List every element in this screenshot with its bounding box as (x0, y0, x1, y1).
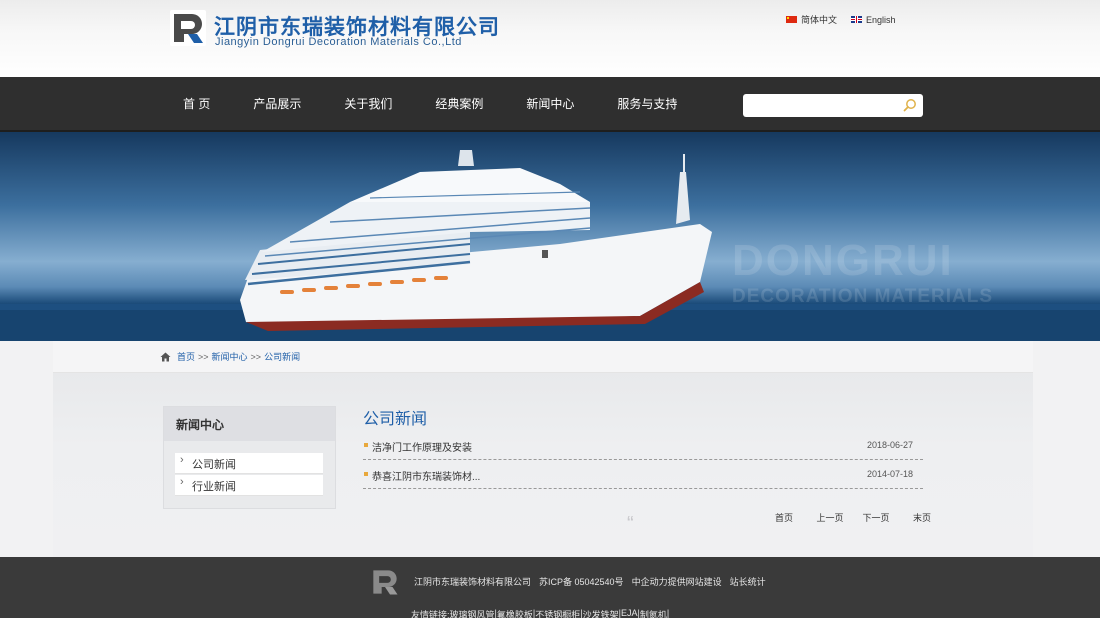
footer-stats-link[interactable]: 站长统计 (730, 575, 766, 588)
footer-logo-icon (373, 570, 398, 595)
site-header: 江阴市东瑞装饰材料有限公司 Jiangyin Dongrui Decoratio… (0, 0, 1100, 77)
sidebar-item-industry-news[interactable]: 行业新闻 (175, 475, 323, 496)
sidebar-item-company-news[interactable]: 公司新闻 (175, 453, 323, 474)
friend-link[interactable]: 氟橡胶板 (497, 608, 533, 618)
breadcrumb-news-center[interactable]: 新闻中心 (212, 350, 248, 363)
pager-prev[interactable]: 上一页 (807, 511, 853, 524)
footer-info: 江阴市东瑞装饰材料有限公司 苏ICP备 05042540号 中企动力提供网站建设… (414, 575, 766, 588)
list-item: 洁净门工作原理及安装 2018-06-27 (363, 431, 923, 460)
banner-watermark-subtitle: DECORATION MATERIALS (732, 286, 994, 307)
nav-products[interactable]: 产品展示 (253, 77, 301, 132)
list-item: 恭喜江阴市东瑞装饰材... 2014-07-18 (363, 460, 923, 489)
lang-chinese-label: 简体中文 (801, 15, 838, 25)
nav-home[interactable]: 首 页 (183, 77, 210, 132)
pager-next[interactable]: 下一页 (853, 511, 899, 524)
lang-english[interactable]: English (851, 13, 896, 26)
hero-banner: DONGRUI DECORATION MATERIALS (0, 132, 1100, 341)
news-title-link[interactable]: 洁净门工作原理及安装 (372, 439, 472, 454)
footer-icp-link[interactable]: 苏ICP备 05042540号 (539, 575, 624, 588)
breadcrumb-current[interactable]: 公司新闻 (264, 350, 300, 363)
nav-news[interactable]: 新闻中心 (526, 77, 574, 132)
nav-service[interactable]: 服务与支持 (617, 77, 677, 132)
nav-about[interactable]: 关于我们 (344, 77, 392, 132)
footer-builder-link[interactable]: 中企动力提供网站建设 (632, 575, 722, 588)
uk-flag-icon (851, 16, 863, 23)
news-list: 洁净门工作原理及安装 2018-06-27 恭喜江阴市东瑞装饰材... 2014… (363, 431, 923, 489)
search-box (743, 94, 923, 117)
news-date: 2014-07-18 (866, 469, 913, 479)
friend-link[interactable]: 玻璃钢风管 (450, 608, 495, 618)
news-title-link[interactable]: 恭喜江阴市东瑞装饰材... (372, 468, 480, 483)
footer-company: 江阴市东瑞装饰材料有限公司 (414, 577, 532, 587)
sidebar-title: 新闻中心 (164, 407, 335, 441)
friend-link[interactable]: 制氮机 (640, 608, 667, 618)
main-content: 新闻中心 公司新闻 行业新闻 公司新闻 洁净门工作原理及安装 2018-06-2… (53, 373, 1033, 557)
breadcrumb-home[interactable]: 首页 (177, 350, 195, 363)
pagination: 首页 上一页 下一页 末页 (761, 511, 945, 524)
friend-links: 友情链接: 玻璃钢风管 | 氟橡胶板 | 不锈钢橱柜 | 沙发铁架 | EJA | 制氮机… (411, 608, 669, 618)
pager-last[interactable]: 末页 (899, 511, 945, 524)
search-icon[interactable] (903, 98, 917, 112)
friend-links-label: 友情链接: (411, 610, 450, 618)
banner-watermark-title: DONGRUI (732, 236, 954, 285)
page-title: 公司新闻 (363, 411, 428, 428)
breadcrumb-bar: 首页 >> 新闻中心 >> 公司新闻 (53, 341, 1033, 373)
lang-chinese[interactable]: 简体中文 (786, 13, 837, 26)
logo-mark-icon (170, 10, 206, 46)
pager-first[interactable]: 首页 (761, 511, 807, 524)
company-name-en: Jiangyin Dongrui Decoration Materials Co… (215, 36, 462, 48)
breadcrumb-separator: >> (250, 351, 262, 362)
friend-link[interactable]: 沙发铁架 (583, 608, 619, 618)
friend-link[interactable]: 不锈钢橱柜 (535, 608, 580, 618)
site-footer: 江阴市东瑞装饰材料有限公司 苏ICP备 05042540号 中企动力提供网站建设… (0, 557, 1100, 618)
company-logo[interactable]: 江阴市东瑞装饰材料有限公司 Jiangyin Dongrui Decoratio… (170, 10, 499, 50)
sidebar: 新闻中心 公司新闻 行业新闻 (163, 406, 336, 509)
main-nav: 首 页 产品展示 关于我们 经典案例 新闻中心 服务与支持 (0, 77, 1100, 132)
breadcrumb: 首页 >> 新闻中心 >> 公司新闻 (160, 350, 300, 363)
language-switcher: 简体中文 English (786, 13, 896, 26)
bullet-icon (364, 472, 368, 476)
china-flag-icon (786, 16, 797, 23)
breadcrumb-separator: >> (198, 351, 209, 362)
search-input[interactable] (749, 97, 899, 114)
home-icon (160, 352, 171, 361)
quote-icon: “ (627, 513, 634, 535)
bullet-icon (364, 443, 368, 447)
lang-english-label: English (866, 14, 896, 25)
nav-cases[interactable]: 经典案例 (435, 77, 483, 132)
friend-link[interactable]: EJA (621, 608, 638, 618)
news-date: 2018-06-27 (866, 440, 913, 450)
